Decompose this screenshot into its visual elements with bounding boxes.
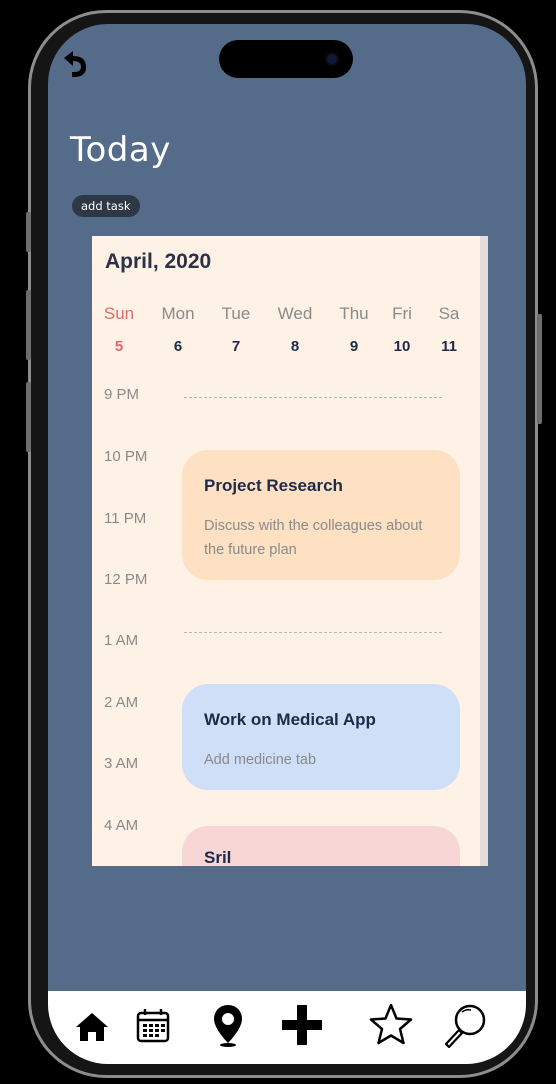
day-name: Sa bbox=[438, 304, 460, 323]
day-date: 7 bbox=[231, 338, 241, 355]
day-thu[interactable]: Thu 9 bbox=[328, 304, 380, 355]
day-name: Mon bbox=[161, 304, 195, 323]
hour-label: 4 AM bbox=[104, 817, 139, 834]
hour-label: 2 AM bbox=[104, 694, 139, 711]
hour-label: 9 PM bbox=[104, 386, 140, 403]
camera-icon bbox=[327, 54, 337, 64]
bottom-nav-bar bbox=[48, 991, 526, 1064]
time-divider bbox=[184, 397, 442, 398]
day-name: Wed bbox=[277, 304, 313, 323]
side-button-power bbox=[537, 314, 542, 424]
time-divider bbox=[184, 632, 442, 633]
star-icon[interactable] bbox=[366, 1001, 416, 1049]
day-sun[interactable]: Sun 5 bbox=[93, 304, 145, 355]
day-date: 8 bbox=[290, 338, 300, 355]
hour-label: 11 PM bbox=[104, 510, 147, 527]
day-date: 6 bbox=[173, 338, 183, 355]
side-button-mute bbox=[26, 212, 31, 252]
event-card-medical-app[interactable]: Work on Medical App Add medicine tab bbox=[182, 684, 460, 790]
event-title: Work on Medical App bbox=[204, 710, 376, 729]
day-name: Thu bbox=[339, 304, 369, 323]
hour-label: 3 AM bbox=[104, 755, 139, 772]
undo-back-icon[interactable] bbox=[60, 48, 90, 80]
home-icon[interactable] bbox=[72, 1001, 112, 1049]
week-day-strip: Sun 5 Mon 6 Tue 7 Wed 8 Thu 9 Fri 10 Sa … bbox=[92, 304, 488, 364]
month-label: April, 2020 bbox=[105, 250, 212, 273]
page-title: Today bbox=[70, 130, 171, 170]
plus-icon[interactable] bbox=[276, 1001, 328, 1049]
event-title: Project Research bbox=[204, 476, 343, 495]
location-pin-icon[interactable] bbox=[208, 1001, 248, 1049]
phone-screen: Today add task April, 2020 Sun 5 Mon 6 T… bbox=[48, 24, 526, 1064]
day-sat[interactable]: Sa 11 bbox=[423, 304, 475, 355]
dynamic-island bbox=[219, 40, 353, 78]
event-title: Sril bbox=[204, 848, 232, 866]
day-fri[interactable]: Fri 10 bbox=[376, 304, 428, 355]
calendar-icon[interactable] bbox=[134, 1001, 172, 1049]
search-icon[interactable] bbox=[440, 1001, 492, 1049]
hour-label: 12 PM bbox=[104, 571, 148, 588]
day-date: 5 bbox=[114, 338, 124, 355]
event-description: Add medicine tab bbox=[204, 752, 317, 768]
day-name: Tue bbox=[221, 304, 251, 323]
day-wed[interactable]: Wed 8 bbox=[269, 304, 321, 355]
event-card-partial[interactable]: Sril bbox=[182, 826, 460, 866]
day-date: 11 bbox=[441, 338, 457, 355]
add-task-button[interactable]: add task bbox=[72, 195, 140, 217]
day-mon[interactable]: Mon 6 bbox=[152, 304, 204, 355]
side-button-volume-up bbox=[26, 290, 31, 360]
day-name: Sun bbox=[103, 304, 135, 323]
event-description: Discuss with the colleagues about the fu… bbox=[204, 518, 423, 558]
day-date: 10 bbox=[393, 338, 411, 355]
day-tue[interactable]: Tue 7 bbox=[210, 304, 262, 355]
side-button-volume-down bbox=[26, 382, 31, 452]
calendar-panel: April, 2020 Sun 5 Mon 6 Tue 7 Wed 8 Thu … bbox=[92, 236, 488, 866]
hour-label: 10 PM bbox=[104, 448, 148, 465]
event-card-project-research[interactable]: Project Research Discuss with the collea… bbox=[182, 450, 460, 580]
day-name: Fri bbox=[392, 304, 412, 323]
hour-label: 1 AM bbox=[104, 632, 139, 649]
day-date: 9 bbox=[349, 338, 359, 355]
